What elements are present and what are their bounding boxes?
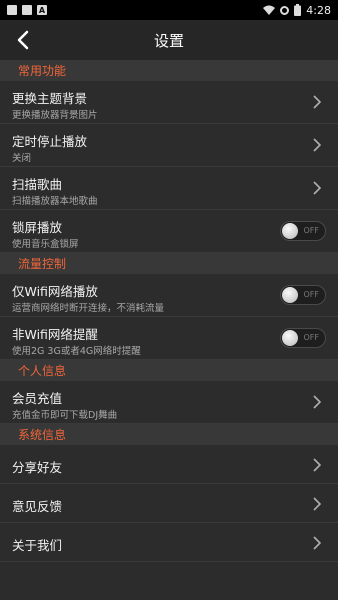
chevron-right-icon: [313, 458, 322, 472]
setting-label: 非Wifi网络提醒: [12, 327, 98, 342]
chevron-right-icon: [313, 95, 322, 109]
status-bar: A 4:28: [0, 0, 338, 20]
chevron-right-icon: [313, 395, 322, 409]
setting-feedback[interactable]: 意见反馈: [0, 484, 338, 523]
setting-label: 定时停止播放: [12, 134, 88, 149]
setting-sleep-timer[interactable]: 定时停止播放 关闭: [0, 124, 338, 167]
setting-subtitle: 使用音乐盒锁屏: [12, 239, 79, 250]
section-header-personal: 个人信息: [0, 360, 338, 381]
square-icon: [22, 5, 32, 15]
wifi-icon: [263, 5, 276, 15]
chevron-right-icon: [313, 138, 322, 152]
toggle-knob: [282, 287, 298, 303]
battery-icon: [294, 4, 302, 16]
setting-label: 分享好友: [12, 460, 63, 475]
toggle-knob: [282, 223, 298, 239]
status-time: 4:28: [306, 3, 331, 17]
setting-label: 锁屏播放: [12, 220, 63, 235]
section-header-traffic: 流量控制: [0, 253, 338, 274]
title-bar: 设置: [0, 20, 338, 60]
section-header-common: 常用功能: [0, 60, 338, 81]
setting-subtitle: 充值金币即可下载DJ舞曲: [12, 410, 118, 421]
setting-label: 仅Wifi网络播放: [12, 284, 98, 299]
setting-subtitle: 更换播放器背景图片: [12, 110, 98, 121]
back-button[interactable]: [10, 27, 36, 53]
chevron-right-icon: [313, 497, 322, 511]
setting-membership-recharge[interactable]: 会员充值 充值金币即可下载DJ舞曲: [0, 381, 338, 424]
setting-label: 扫描歌曲: [12, 177, 63, 192]
setting-wifi-only: 仅Wifi网络播放 运营商网络时断开连接，不消耗流量 OFF: [0, 274, 338, 317]
setting-subtitle: 关闭: [12, 153, 32, 164]
setting-label: 意见反馈: [12, 499, 63, 514]
chevron-right-icon: [313, 536, 322, 550]
setting-lockscreen-play: 锁屏播放 使用音乐盒锁屏 OFF: [0, 210, 338, 253]
page-title: 设置: [153, 31, 184, 50]
setting-scan-songs[interactable]: 扫描歌曲 扫描播放器本地歌曲: [0, 167, 338, 210]
settings-icon: [280, 5, 290, 15]
setting-about-us[interactable]: 关于我们: [0, 523, 338, 562]
section-header-system: 系统信息: [0, 424, 338, 445]
image-icon: [7, 5, 17, 15]
toggle-state: OFF: [303, 290, 320, 299]
a-icon: A: [37, 5, 47, 15]
toggle-knob: [282, 330, 298, 346]
setting-share-friends[interactable]: 分享好友: [0, 445, 338, 484]
setting-label: 关于我们: [12, 538, 63, 553]
setting-subtitle: 运营商网络时断开连接，不消耗流量: [12, 303, 165, 314]
chevron-right-icon: [313, 181, 322, 195]
setting-non-wifi-reminder: 非Wifi网络提醒 使用2G 3G或者4G网络时提醒 OFF: [0, 317, 338, 360]
setting-subtitle: 使用2G 3G或者4G网络时提醒: [12, 346, 141, 357]
toggle-state: OFF: [303, 333, 320, 342]
toggle-state: OFF: [303, 226, 320, 235]
setting-label: 更换主题背景: [12, 91, 88, 106]
back-chevron-icon: [17, 30, 29, 50]
setting-label: 会员充值: [12, 391, 63, 406]
non-wifi-reminder-toggle[interactable]: OFF: [280, 328, 326, 348]
wifi-only-toggle[interactable]: OFF: [280, 285, 326, 305]
setting-change-theme[interactable]: 更换主题背景 更换播放器背景图片: [0, 81, 338, 124]
setting-subtitle: 扫描播放器本地歌曲: [12, 196, 98, 207]
lockscreen-toggle[interactable]: OFF: [280, 221, 326, 241]
